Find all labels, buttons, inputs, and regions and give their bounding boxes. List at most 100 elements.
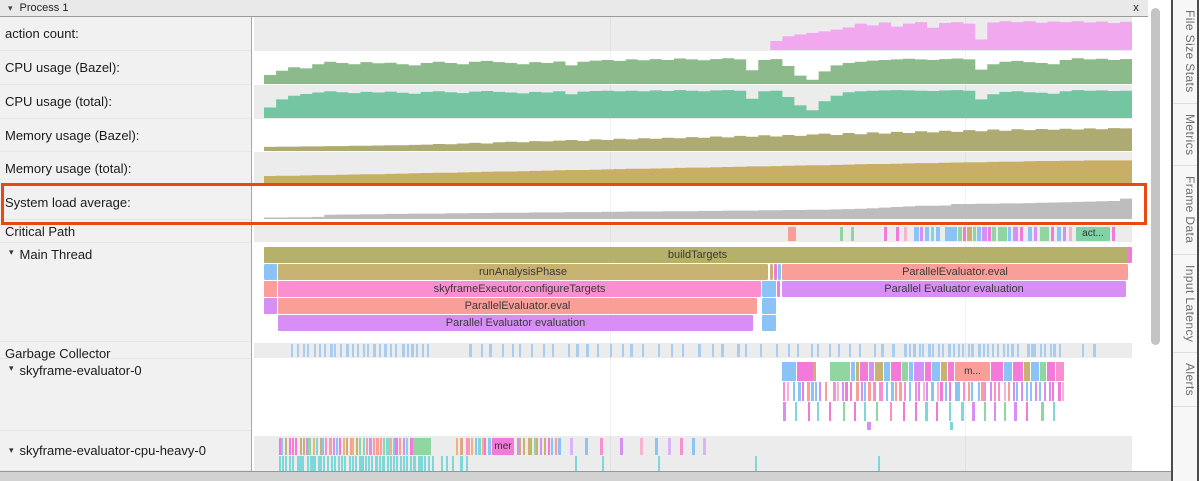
evaluator0-slice — [932, 362, 940, 381]
evaluator0-slice — [1024, 362, 1030, 381]
trace-tick — [923, 382, 925, 401]
evaluator0-slice — [856, 362, 859, 381]
collapse-arrow-icon[interactable]: ▾ — [9, 363, 14, 374]
trace-tick — [658, 344, 660, 357]
cpu-heavy-badge[interactable]: mer — [492, 438, 514, 455]
trace-tick — [471, 438, 473, 455]
track-label-mem-total[interactable]: Memory usage (total): — [0, 152, 251, 186]
tab-file-size-stats[interactable]: File Size Stats — [1173, 0, 1197, 104]
slice-block[interactable] — [762, 281, 776, 297]
tab-alerts[interactable]: Alerts — [1173, 353, 1197, 407]
trace-tick — [808, 402, 810, 421]
trace-tick — [1052, 382, 1054, 401]
slice-block[interactable] — [1128, 247, 1132, 263]
trace-tick — [640, 438, 643, 455]
evaluator0-slice — [851, 362, 855, 381]
trace-tick — [456, 438, 458, 455]
counter-chart-mem-bazel[interactable] — [254, 119, 1132, 152]
collapse-arrow-icon[interactable]: ▾ — [9, 247, 14, 258]
trace-tick — [407, 344, 409, 357]
trace-tick — [544, 438, 546, 455]
slice-block[interactable] — [264, 264, 277, 280]
slice-ParallelEvaluator.eval[interactable]: ParallelEvaluator.eval — [782, 264, 1128, 280]
trace-tick — [530, 438, 532, 455]
slice-block[interactable] — [770, 264, 773, 280]
critical-path-badge[interactable]: act... — [1076, 227, 1110, 241]
trace-tick — [783, 402, 786, 421]
track-label-cpu-total[interactable]: CPU usage (total): — [0, 85, 251, 119]
slice-block[interactable] — [777, 281, 780, 297]
collapse-arrow-icon[interactable]: ▾ — [8, 3, 13, 14]
vertical-scrollbar[interactable] — [1151, 8, 1160, 345]
slice-block[interactable] — [762, 298, 776, 314]
trace-tick — [958, 382, 960, 401]
track-label-sys-load[interactable]: System load average: — [0, 186, 251, 220]
track-label-main-thread[interactable]: ▾Main Thread — [0, 243, 251, 342]
slice-block[interactable] — [762, 315, 776, 331]
trace-tick — [642, 344, 644, 357]
slice-block[interactable] — [264, 281, 277, 297]
counter-chart-action-count[interactable] — [254, 17, 1132, 51]
trace-tick — [856, 382, 859, 401]
trace-tick — [953, 344, 955, 357]
slice-ParallelEvaluator.eval[interactable]: ParallelEvaluator.eval — [278, 298, 757, 314]
trace-tick — [313, 438, 315, 455]
slice-skyframeExecutor.configureTargets[interactable]: skyframeExecutor.configureTargets — [278, 281, 761, 297]
counter-chart-mem-total[interactable] — [254, 152, 1132, 186]
trace-tick — [680, 438, 683, 455]
tab-metrics[interactable]: Metrics — [1173, 104, 1197, 166]
track-label-eval0[interactable]: ▾skyframe-evaluator-0 — [0, 359, 251, 431]
track-label-critical-path[interactable]: Critical Path — [0, 220, 251, 243]
trace-tick — [984, 382, 986, 401]
tab-frame-data[interactable]: Frame Data — [1173, 166, 1197, 254]
trace-tick — [1050, 344, 1052, 357]
track-label-cpu-heavy[interactable]: ▾skyframe-evaluator-cpu-heavy-0 — [0, 431, 251, 471]
trace-tick — [721, 344, 724, 357]
slice-block[interactable] — [774, 264, 777, 280]
slice-buildTargets[interactable]: buildTargets — [264, 247, 1131, 263]
trace-tick — [320, 456, 322, 471]
critical-path-tick — [788, 227, 796, 241]
collapse-arrow-icon[interactable]: ▾ — [9, 445, 14, 456]
trace-tick — [904, 382, 906, 401]
trace-tick — [783, 382, 785, 401]
trace-tick — [895, 382, 897, 401]
trace-tick — [289, 438, 291, 455]
counter-chart-cpu-bazel[interactable] — [254, 51, 1132, 85]
track-label-cpu-bazel[interactable]: CPU usage (Bazel): — [0, 51, 251, 85]
track-label-action-count[interactable]: action count: — [0, 17, 251, 51]
trace-tick — [367, 344, 369, 357]
track-label-mem-bazel[interactable]: Memory usage (Bazel): — [0, 119, 251, 152]
trace-tick — [396, 456, 398, 471]
counter-chart-cpu-total[interactable] — [254, 85, 1132, 119]
trace-tick — [540, 438, 542, 455]
slice-Parallel Evaluator evaluation[interactable]: Parallel Evaluator evaluation — [782, 281, 1126, 297]
trace-tick — [984, 402, 986, 421]
trace-tick — [997, 344, 999, 357]
slice-Parallel Evaluator evaluation[interactable]: Parallel Evaluator evaluation — [278, 315, 753, 331]
evaluator0-slice — [875, 362, 883, 381]
critical-path-tick — [931, 227, 934, 241]
trace-tick — [886, 382, 888, 401]
tab-input-latency[interactable]: Input Latency — [1173, 255, 1197, 353]
trace-tick — [987, 344, 989, 357]
slice-runAnalysisPhase[interactable]: runAnalysisPhase — [278, 264, 768, 280]
horizontal-scrollbar[interactable] — [0, 471, 1174, 481]
timeline-track-area[interactable]: act... buildTargetsrunAnalysisPhase Parall… — [253, 0, 1132, 471]
trace-tick — [971, 382, 973, 401]
evaluator0-slice — [991, 362, 1003, 381]
trace-tick — [536, 438, 538, 455]
trace-tick — [1059, 344, 1061, 357]
counter-chart-sys-load[interactable] — [254, 186, 1132, 220]
trace-tick — [938, 344, 940, 357]
track-label-gc[interactable]: Garbage Collector — [0, 342, 251, 359]
trace-tick — [671, 344, 673, 357]
slice-block[interactable] — [264, 298, 277, 314]
slice-block[interactable] — [778, 264, 781, 280]
evaluator0-badge[interactable]: m... — [955, 362, 990, 381]
trace-tick — [361, 456, 364, 471]
trace-tick — [297, 344, 299, 357]
trace-tick — [357, 344, 359, 357]
evaluator0-slice — [891, 362, 901, 381]
evaluator0-slice — [1031, 362, 1039, 381]
